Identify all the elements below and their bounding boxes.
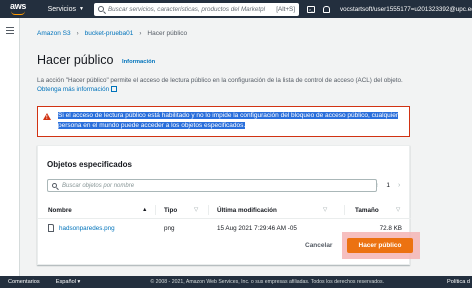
cancel-button[interactable]: Cancelar — [305, 242, 332, 249]
search-icon — [97, 6, 104, 12]
object-type: png — [164, 225, 175, 232]
services-menu-button[interactable]: Servicios ▼ — [48, 6, 84, 13]
info-link[interactable]: Información — [122, 59, 155, 65]
caret-down-icon: ▾ — [77, 279, 81, 285]
global-search-input[interactable]: Buscar servicios, características, produ… — [93, 2, 299, 16]
make-public-button[interactable]: Hacer público — [347, 238, 413, 253]
aws-logo[interactable]: aws — [8, 0, 36, 18]
column-type[interactable]: Tipo — [164, 207, 177, 214]
pagination: ‹ 1 › — [376, 182, 400, 189]
breadcrumb-bucket[interactable]: bucket-prueba01 — [85, 30, 134, 37]
column-size[interactable]: Tamaño — [355, 207, 379, 214]
caret-down-icon: ▼ — [79, 6, 84, 12]
file-icon — [48, 224, 54, 232]
column-last-modified[interactable]: Última modificación — [217, 207, 277, 214]
top-navigation: aws Servicios ▼ Buscar servicios, caract… — [0, 0, 472, 18]
account-menu[interactable]: vocstartsoft/user1555177=u201323392@upc.… — [340, 6, 472, 13]
panel-heading: Objetos especificados — [47, 160, 132, 169]
object-search-input[interactable]: Buscar objetos por nombre — [47, 179, 377, 192]
language-selector[interactable]: Español ▾ — [56, 279, 81, 285]
privacy-policy-link[interactable]: Política d — [447, 279, 470, 285]
breadcrumb: Amazon S3 › bucket-prueba01 › Hacer públ… — [37, 30, 187, 37]
current-page[interactable]: 1 — [386, 182, 390, 189]
copyright-text: © 2008 - 2021, Amazon Web Services, Inc.… — [150, 279, 385, 285]
hamburger-menu-icon[interactable] — [6, 27, 14, 36]
warning-alert: Si el acceso de lectura público está hab… — [37, 106, 410, 137]
chevron-right-icon: › — [76, 30, 79, 37]
learn-more-link[interactable]: Obtenga más información — [37, 86, 109, 93]
side-navigation-strip — [0, 18, 20, 276]
feedback-link[interactable]: Comentarios — [8, 279, 40, 285]
page-title: Hacer público — [37, 53, 114, 67]
breadcrumb-amazon-s3[interactable]: Amazon S3 — [37, 30, 71, 37]
object-name-link[interactable]: hadsonparedes.png — [59, 225, 115, 232]
object-size: 72.8 KB — [379, 225, 402, 232]
notifications-icon[interactable] — [323, 5, 330, 13]
table-header: Nombre ▲ Tipo ▽ Última modificación ▽ Ta… — [38, 202, 411, 219]
page-description: La acción "Hacer público" permite el acc… — [37, 77, 403, 93]
object-modified: 15 Aug 2021 7:29:46 AM -05 — [217, 225, 297, 232]
column-name[interactable]: Nombre — [48, 207, 72, 214]
warning-icon — [43, 113, 51, 121]
sort-ascending-icon[interactable]: ▲ — [142, 207, 147, 213]
previous-page-icon[interactable]: ‹ — [376, 182, 378, 189]
external-link-icon — [111, 86, 118, 92]
sort-icon[interactable]: ▽ — [396, 207, 400, 213]
warning-text: Si el acceso de lectura público está hab… — [58, 112, 399, 129]
cloudshell-icon[interactable]: >_ — [307, 5, 315, 13]
sort-icon[interactable]: ▽ — [323, 207, 327, 213]
chevron-right-icon: › — [139, 30, 142, 37]
sort-icon[interactable]: ▽ — [194, 207, 198, 213]
footer: Comentarios Español ▾ © 2008 - 2021, Ama… — [0, 276, 472, 288]
breadcrumb-current: Hacer público — [147, 30, 188, 37]
next-page-icon[interactable]: › — [398, 182, 400, 189]
search-icon — [52, 183, 57, 188]
